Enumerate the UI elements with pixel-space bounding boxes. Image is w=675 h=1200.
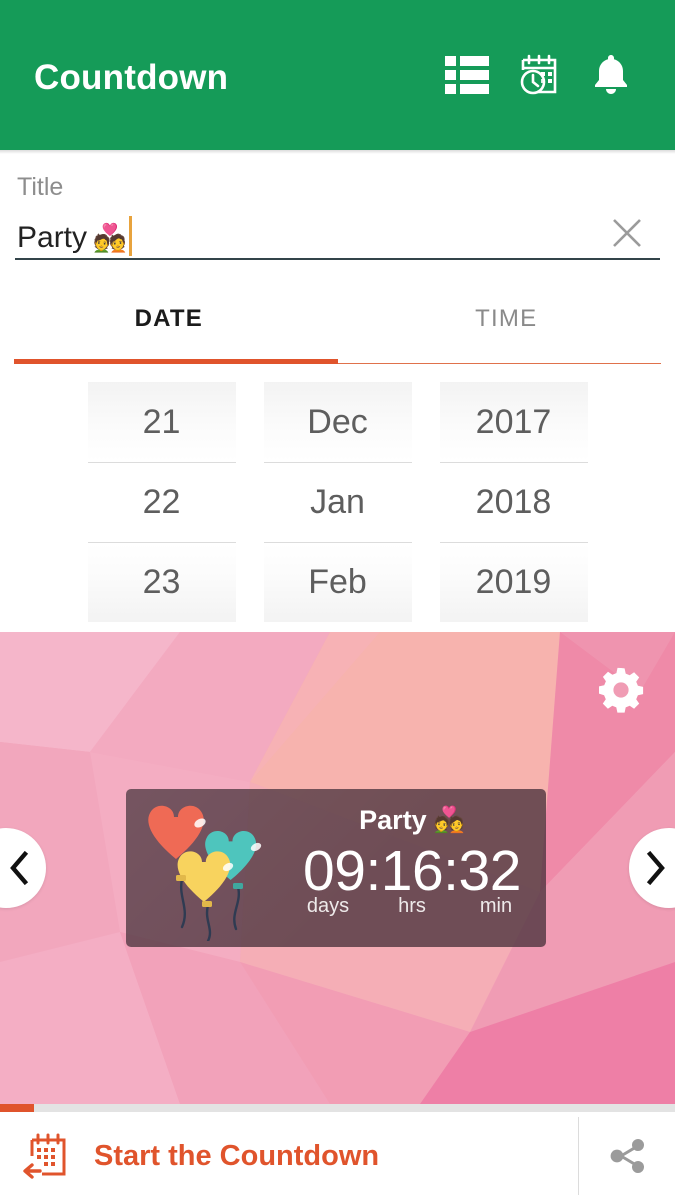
progress-bar-fill (0, 1104, 34, 1112)
year-option-selected[interactable]: 2018 (439, 462, 588, 542)
calendar-back-icon (23, 1133, 66, 1179)
title-field-label: Title (17, 173, 64, 201)
events-button[interactable] (503, 39, 575, 111)
countdown-widget-card[interactable]: Party 💑 09:16:32 days hrs min (126, 789, 546, 947)
unit-days: days (306, 895, 350, 917)
list-icon (445, 56, 489, 94)
widget-text-block: Party 💑 09:16:32 days hrs min (286, 803, 538, 918)
progress-bar (0, 1104, 675, 1112)
countdown-app-screen: Countdown Title Party 💑 DATE TIME 21 22 … (0, 0, 675, 1200)
widget-title-text: Party (359, 805, 427, 835)
chevron-left-icon (10, 851, 29, 885)
title-section: Title Party 💑 (0, 150, 675, 260)
page-title: Countdown (34, 57, 229, 97)
year-option-prev[interactable]: 2017 (439, 382, 588, 462)
chevron-right-icon (646, 851, 665, 885)
title-input-text: Party (17, 221, 88, 254)
unit-minutes: min (479, 895, 513, 917)
month-option-prev[interactable]: Dec (263, 382, 412, 462)
year-option-next[interactable]: 2019 (439, 542, 588, 622)
bell-icon (595, 55, 627, 94)
day-option-prev[interactable]: 21 (87, 382, 236, 462)
start-countdown-label: Start the Countdown (94, 1139, 380, 1172)
start-countdown-button[interactable]: Start the Countdown (0, 1112, 578, 1200)
date-time-tabs: DATE TIME (0, 286, 675, 364)
app-bar-shadow (0, 150, 675, 154)
date-picker: 21 22 23 Dec Jan Feb 2017 2018 2019 (0, 364, 675, 632)
widget-settings-button[interactable] (591, 660, 651, 720)
widget-time-units: days hrs min (286, 895, 538, 918)
heart-balloons-image (148, 805, 262, 941)
calendar-clock-icon (520, 54, 557, 95)
widget-title: Party 💑 (286, 803, 538, 837)
tab-time[interactable]: TIME (338, 286, 675, 364)
gear-icon (599, 667, 644, 713)
couple-with-heart-emoji: 💑 (93, 222, 127, 253)
widget-preview: Party 💑 09:16:32 days hrs min (0, 632, 675, 1104)
tab-active-indicator (14, 359, 338, 364)
notifications-button[interactable] (575, 39, 647, 111)
title-field-row[interactable]: Party 💑 (15, 214, 660, 260)
text-caret (128, 216, 132, 256)
day-picker-column[interactable]: 21 22 23 (87, 382, 236, 632)
widget-couple-with-heart-emoji: 💑 (433, 806, 465, 834)
share-icon (610, 1139, 644, 1173)
month-picker-column[interactable]: Dec Jan Feb (263, 382, 412, 632)
clear-title-button[interactable] (604, 210, 650, 256)
day-option-selected[interactable]: 22 (87, 462, 236, 542)
day-option-next[interactable]: 23 (87, 542, 236, 622)
bottom-action-bar: Start the Countdown (0, 1112, 675, 1200)
title-input[interactable]: Party 💑 (15, 216, 604, 258)
unit-hours: hrs (398, 895, 426, 917)
tab-date[interactable]: DATE (0, 286, 338, 364)
widget-countdown-time: 09:16:32 (303, 839, 521, 903)
month-option-next[interactable]: Feb (263, 542, 412, 622)
close-icon (613, 219, 641, 247)
share-button[interactable] (579, 1112, 675, 1200)
app-bar: Countdown (0, 0, 675, 154)
list-button[interactable] (431, 39, 503, 111)
month-option-selected[interactable]: Jan (263, 462, 412, 542)
year-picker-column[interactable]: 2017 2018 2019 (439, 382, 588, 632)
app-bar-actions (431, 39, 647, 111)
